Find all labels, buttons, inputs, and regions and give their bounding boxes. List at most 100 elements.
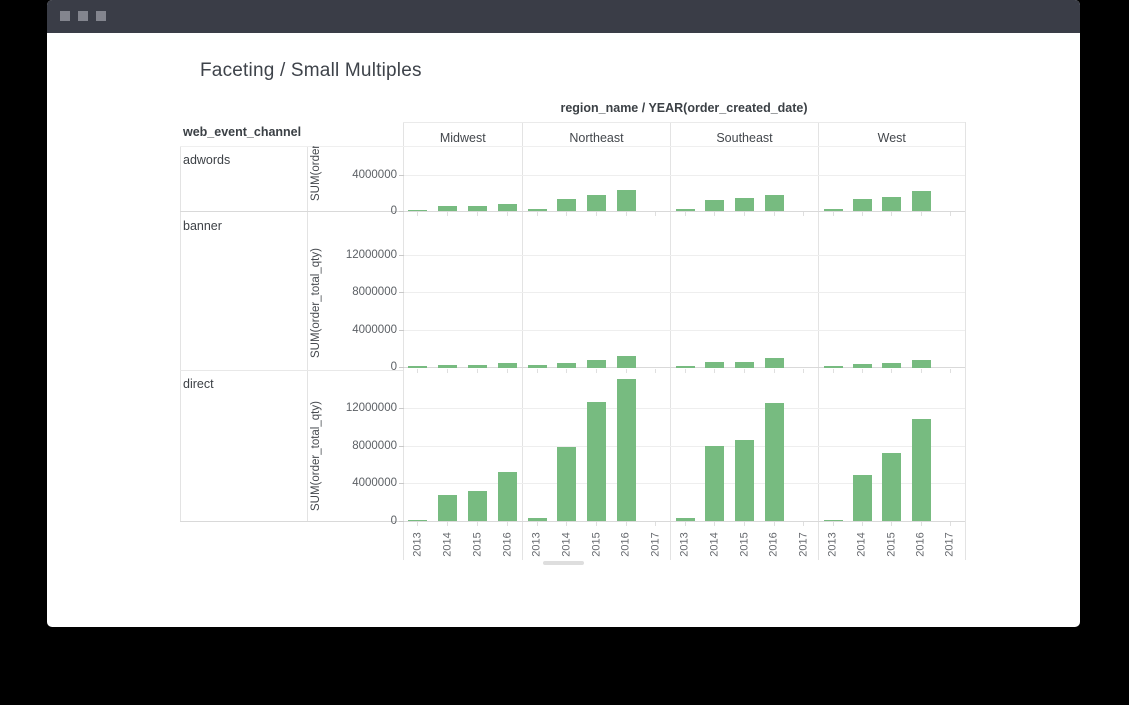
bar[interactable] <box>408 366 427 368</box>
x-tick-mark <box>537 212 538 216</box>
x-tick-mark <box>833 212 834 216</box>
x-tick-label: 2014 <box>560 527 573 561</box>
bar[interactable] <box>617 190 636 211</box>
bar[interactable] <box>468 206 487 211</box>
bar[interactable] <box>528 209 547 211</box>
bar[interactable] <box>438 495 457 521</box>
bar[interactable] <box>587 360 606 367</box>
y-tick-label: 0 <box>327 205 397 217</box>
bar[interactable] <box>557 363 576 368</box>
bar[interactable] <box>498 472 517 521</box>
bar[interactable] <box>912 360 931 368</box>
bar[interactable] <box>735 362 754 367</box>
y-tick-mark <box>399 292 404 293</box>
gridline <box>403 446 965 447</box>
x-tick-mark <box>891 522 892 526</box>
bar[interactable] <box>468 491 487 521</box>
bar[interactable] <box>617 356 636 368</box>
y-tick-label: 4000000 <box>327 169 397 181</box>
y-axis-title: SUM(order_total_qty) <box>309 146 323 201</box>
bar[interactable] <box>735 440 754 521</box>
x-tick-label: 2016 <box>915 527 928 561</box>
bar[interactable] <box>912 191 931 211</box>
bar[interactable] <box>853 364 872 367</box>
bar[interactable] <box>557 447 576 521</box>
gridline <box>403 175 965 176</box>
bar[interactable] <box>528 518 547 521</box>
x-tick-mark <box>744 522 745 526</box>
bar[interactable] <box>408 210 427 212</box>
bar[interactable] <box>882 197 901 211</box>
x-tick-mark <box>950 212 951 216</box>
x-tick-label: 2014 <box>708 527 721 561</box>
x-tick-mark <box>477 369 478 373</box>
y-tick-mark <box>399 175 404 176</box>
x-tick-mark <box>447 522 448 526</box>
x-tick-mark <box>862 212 863 216</box>
bar[interactable] <box>765 195 784 211</box>
bar[interactable] <box>617 379 636 522</box>
bar[interactable] <box>528 365 547 367</box>
x-tick-mark <box>744 212 745 216</box>
x-tick-mark <box>685 212 686 216</box>
bar[interactable] <box>882 363 901 367</box>
y-tick-mark <box>399 211 404 212</box>
x-tick-mark <box>833 369 834 373</box>
y-tick-label: 8000000 <box>327 286 397 298</box>
bar[interactable] <box>676 518 695 521</box>
bar[interactable] <box>438 206 457 211</box>
x-tick-mark <box>891 369 892 373</box>
x-tick-mark <box>417 212 418 216</box>
x-tick-mark <box>862 522 863 526</box>
x-tick-label: 2015 <box>885 527 898 561</box>
bar[interactable] <box>705 362 724 368</box>
facet-row-border <box>180 146 965 147</box>
x-tick-mark <box>921 369 922 373</box>
x-tick-label: 2014 <box>441 527 454 561</box>
bar[interactable] <box>676 366 695 368</box>
x-tick-mark <box>891 212 892 216</box>
bar[interactable] <box>587 402 606 521</box>
bar[interactable] <box>705 446 724 521</box>
app-window: Faceting / Small Multiples region_name /… <box>47 0 1080 627</box>
bar[interactable] <box>824 520 843 522</box>
bar[interactable] <box>587 195 606 211</box>
x-tick-mark <box>655 212 656 216</box>
facet-row-field-header: web_event_channel <box>183 125 301 139</box>
x-tick-label: 2016 <box>768 527 781 561</box>
x-tick-label: 2017 <box>649 527 662 561</box>
y-axis-title: SUM(order_total_qty) <box>309 248 323 358</box>
x-tick-label: 2013 <box>531 527 544 561</box>
row-label: adwords <box>183 153 230 167</box>
x-tick-mark <box>566 369 567 373</box>
bar[interactable] <box>765 358 784 367</box>
bar[interactable] <box>498 204 517 211</box>
bar[interactable] <box>498 363 517 367</box>
y-axis-title-clip: SUM(order_total_qty) <box>308 212 325 358</box>
x-tick-label: 2015 <box>590 527 603 561</box>
bar[interactable] <box>765 403 784 521</box>
bar[interactable] <box>438 365 457 368</box>
bar[interactable] <box>853 475 872 521</box>
bar[interactable] <box>468 365 487 367</box>
x-tick-mark <box>655 369 656 373</box>
x-tick-mark <box>774 522 775 526</box>
x-tick-mark <box>417 369 418 373</box>
x-tick-label: 2015 <box>471 527 484 561</box>
horizontal-scrollbar-thumb[interactable] <box>543 561 584 565</box>
y-tick-label: 12000000 <box>327 249 397 261</box>
bar[interactable] <box>912 419 931 521</box>
bar[interactable] <box>705 200 724 211</box>
bar[interactable] <box>735 198 754 211</box>
x-tick-mark <box>714 212 715 216</box>
bar[interactable] <box>853 199 872 211</box>
bar[interactable] <box>824 366 843 368</box>
gridline <box>403 255 965 256</box>
bar[interactable] <box>557 199 576 211</box>
x-tick-mark <box>566 522 567 526</box>
x-tick-mark <box>862 369 863 373</box>
bar[interactable] <box>882 453 901 521</box>
bar[interactable] <box>824 209 843 211</box>
bar[interactable] <box>676 209 695 211</box>
bar[interactable] <box>408 520 427 522</box>
